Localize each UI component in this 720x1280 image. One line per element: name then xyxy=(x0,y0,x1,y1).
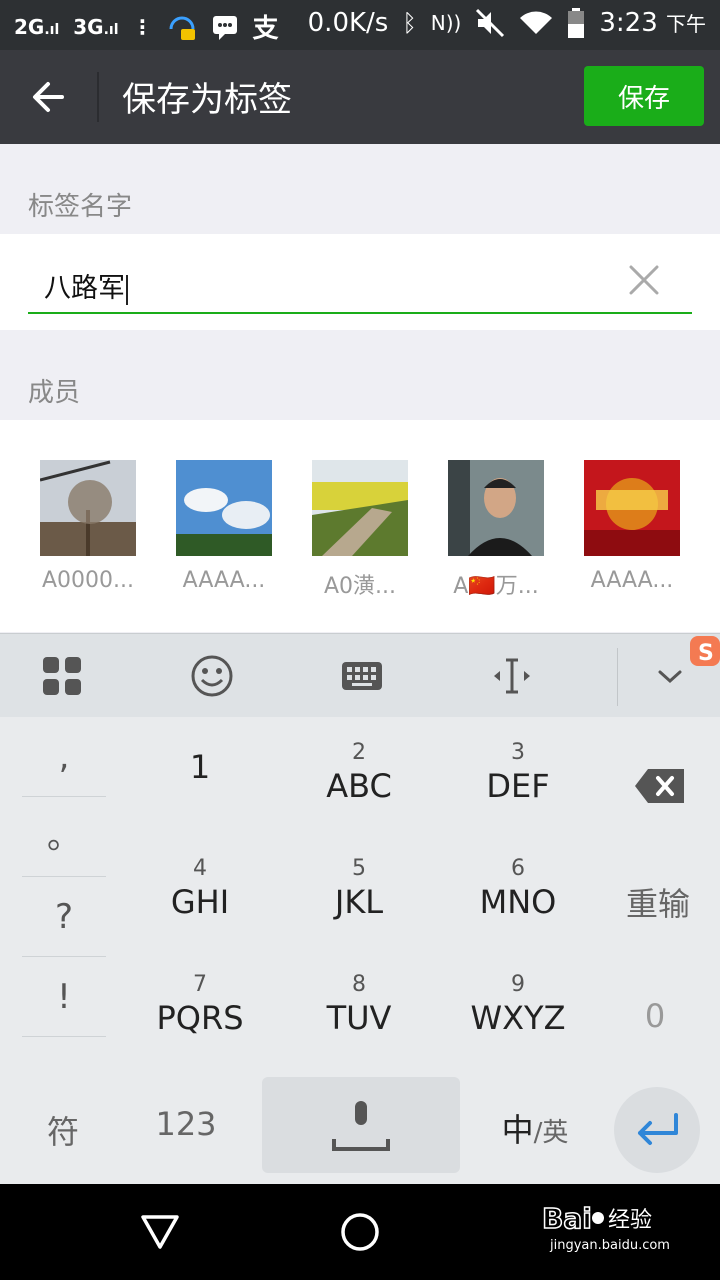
text-caret xyxy=(126,274,128,305)
network-speed: 0.0K/s xyxy=(307,8,389,38)
member-item[interactable]: A0潢... xyxy=(300,460,420,600)
microphone-icon xyxy=(332,1101,390,1151)
system-nav-bar: Bai 经验 jingyan.baidu.com xyxy=(0,1184,720,1280)
key-2[interactable]: 2 ABC xyxy=(289,739,429,839)
member-avatar xyxy=(312,460,408,556)
sogou-logo-icon: S xyxy=(690,636,720,666)
key-1[interactable]: 1 xyxy=(130,717,270,817)
members-section-label: 成员 xyxy=(28,378,81,408)
tag-name-section-label: 标签名字 xyxy=(28,192,133,222)
toolbar-divider xyxy=(617,648,618,706)
punct-key-exclaim[interactable]: ! xyxy=(22,957,106,1037)
tag-name-value: 八路军 xyxy=(44,273,125,304)
title-divider xyxy=(97,72,99,122)
member-item[interactable]: A🇨🇳万... xyxy=(436,460,556,600)
number-mode-key[interactable]: 123 xyxy=(146,1105,226,1143)
key-9[interactable]: 9 WXYZ xyxy=(448,971,588,1071)
backspace-icon[interactable] xyxy=(634,767,686,805)
voice-input-key[interactable] xyxy=(262,1077,460,1173)
wifi-icon xyxy=(520,11,553,34)
member-item[interactable]: AAAA... xyxy=(572,460,692,593)
mute-icon xyxy=(476,8,505,38)
title-bar: 保存为标签 保存 xyxy=(0,50,720,144)
language-switch-key[interactable]: 中/英 xyxy=(490,1105,580,1151)
key-0[interactable]: 0 xyxy=(625,997,685,1035)
bluetooth-icon: ᛒ xyxy=(402,9,417,37)
back-arrow-icon[interactable] xyxy=(22,70,76,124)
member-avatar xyxy=(40,460,136,556)
reinput-key[interactable]: 重输 xyxy=(618,879,698,925)
punct-key-period[interactable]: 。 xyxy=(22,797,106,877)
key-8[interactable]: 8 TUV xyxy=(289,971,429,1071)
tag-name-panel: 八路军 xyxy=(0,234,720,330)
apps-grid-icon[interactable] xyxy=(40,654,84,698)
status-bar: 2G.ıl 3G.ıl ⋮ 支 0.0K/s ᛒ N)) 3:23 下午 xyxy=(0,0,720,50)
enter-arrow-icon xyxy=(638,1113,678,1145)
member-avatar xyxy=(448,460,544,556)
nav-home-icon[interactable] xyxy=(340,1212,380,1252)
key-4[interactable]: 4 GHI xyxy=(130,855,270,955)
page-title: 保存为标签 xyxy=(122,80,292,120)
soft-keyboard: S , 。 ? ! 1 2 ABC 3 DEF 4 GHI 5 JKL 6 MNO 重输 … xyxy=(0,633,720,1184)
clear-input-icon[interactable] xyxy=(626,262,662,298)
member-name: A0000... xyxy=(41,568,135,593)
key-3[interactable]: 3 DEF xyxy=(448,739,588,839)
key-5[interactable]: 5 JKL xyxy=(289,855,429,955)
nfc-icon: N)) xyxy=(430,11,462,35)
member-avatar xyxy=(176,460,272,556)
network-2g-indicator: 2G.ıl xyxy=(14,14,60,39)
punct-key-comma[interactable]: , xyxy=(22,717,106,797)
baidu-brand: 经验 xyxy=(608,1208,653,1233)
enter-key[interactable] xyxy=(614,1087,700,1173)
key-6[interactable]: 6 MNO xyxy=(448,855,588,955)
member-item[interactable]: A0000... xyxy=(28,460,148,593)
keyboard-switch-icon[interactable] xyxy=(340,654,384,698)
member-name: A0潢... xyxy=(323,574,397,599)
key-7[interactable]: 7 PQRS xyxy=(130,971,270,1071)
emoji-icon[interactable] xyxy=(190,654,234,698)
tag-name-input[interactable]: 八路军 xyxy=(28,254,692,314)
save-button[interactable]: 保存 xyxy=(584,66,704,126)
punct-key-question[interactable]: ? xyxy=(22,877,106,957)
nav-back-icon[interactable] xyxy=(140,1214,180,1250)
alipay-icon: 支 xyxy=(252,14,279,44)
member-avatar xyxy=(584,460,680,556)
more-dots-icon: ⋮ xyxy=(132,14,153,39)
keyboard-toolbar: S xyxy=(0,633,720,717)
svg-text:Bai: Bai xyxy=(542,1202,592,1234)
baidu-watermark: Bai 经验 jingyan.baidu.com xyxy=(542,1200,682,1260)
clock: 3:23 下午 xyxy=(599,8,706,38)
network-3g-indicator: 3G.ıl xyxy=(73,14,119,39)
member-name: AAAA... xyxy=(590,568,674,593)
member-name: AAAA... xyxy=(182,568,266,593)
cursor-move-icon[interactable] xyxy=(490,654,534,698)
baidu-site: jingyan.baidu.com xyxy=(550,1238,670,1253)
message-icon xyxy=(212,15,237,40)
battery-icon xyxy=(568,8,585,38)
member-name: A🇨🇳万... xyxy=(453,574,539,599)
svg-text:S: S xyxy=(698,641,714,666)
members-panel: A0000... AAAA... A0潢... A🇨🇳万... AAAA... xyxy=(0,420,720,632)
member-item[interactable]: AAAA... xyxy=(164,460,284,593)
symbol-key[interactable]: 符 xyxy=(28,1107,98,1153)
keyboard-body: , 。 ? ! 1 2 ABC 3 DEF 4 GHI 5 JKL 6 MNO 重输 7P… xyxy=(0,717,720,1184)
baidu-logo-icon: Bai xyxy=(542,1201,604,1234)
headset-notification-icon xyxy=(169,16,195,40)
